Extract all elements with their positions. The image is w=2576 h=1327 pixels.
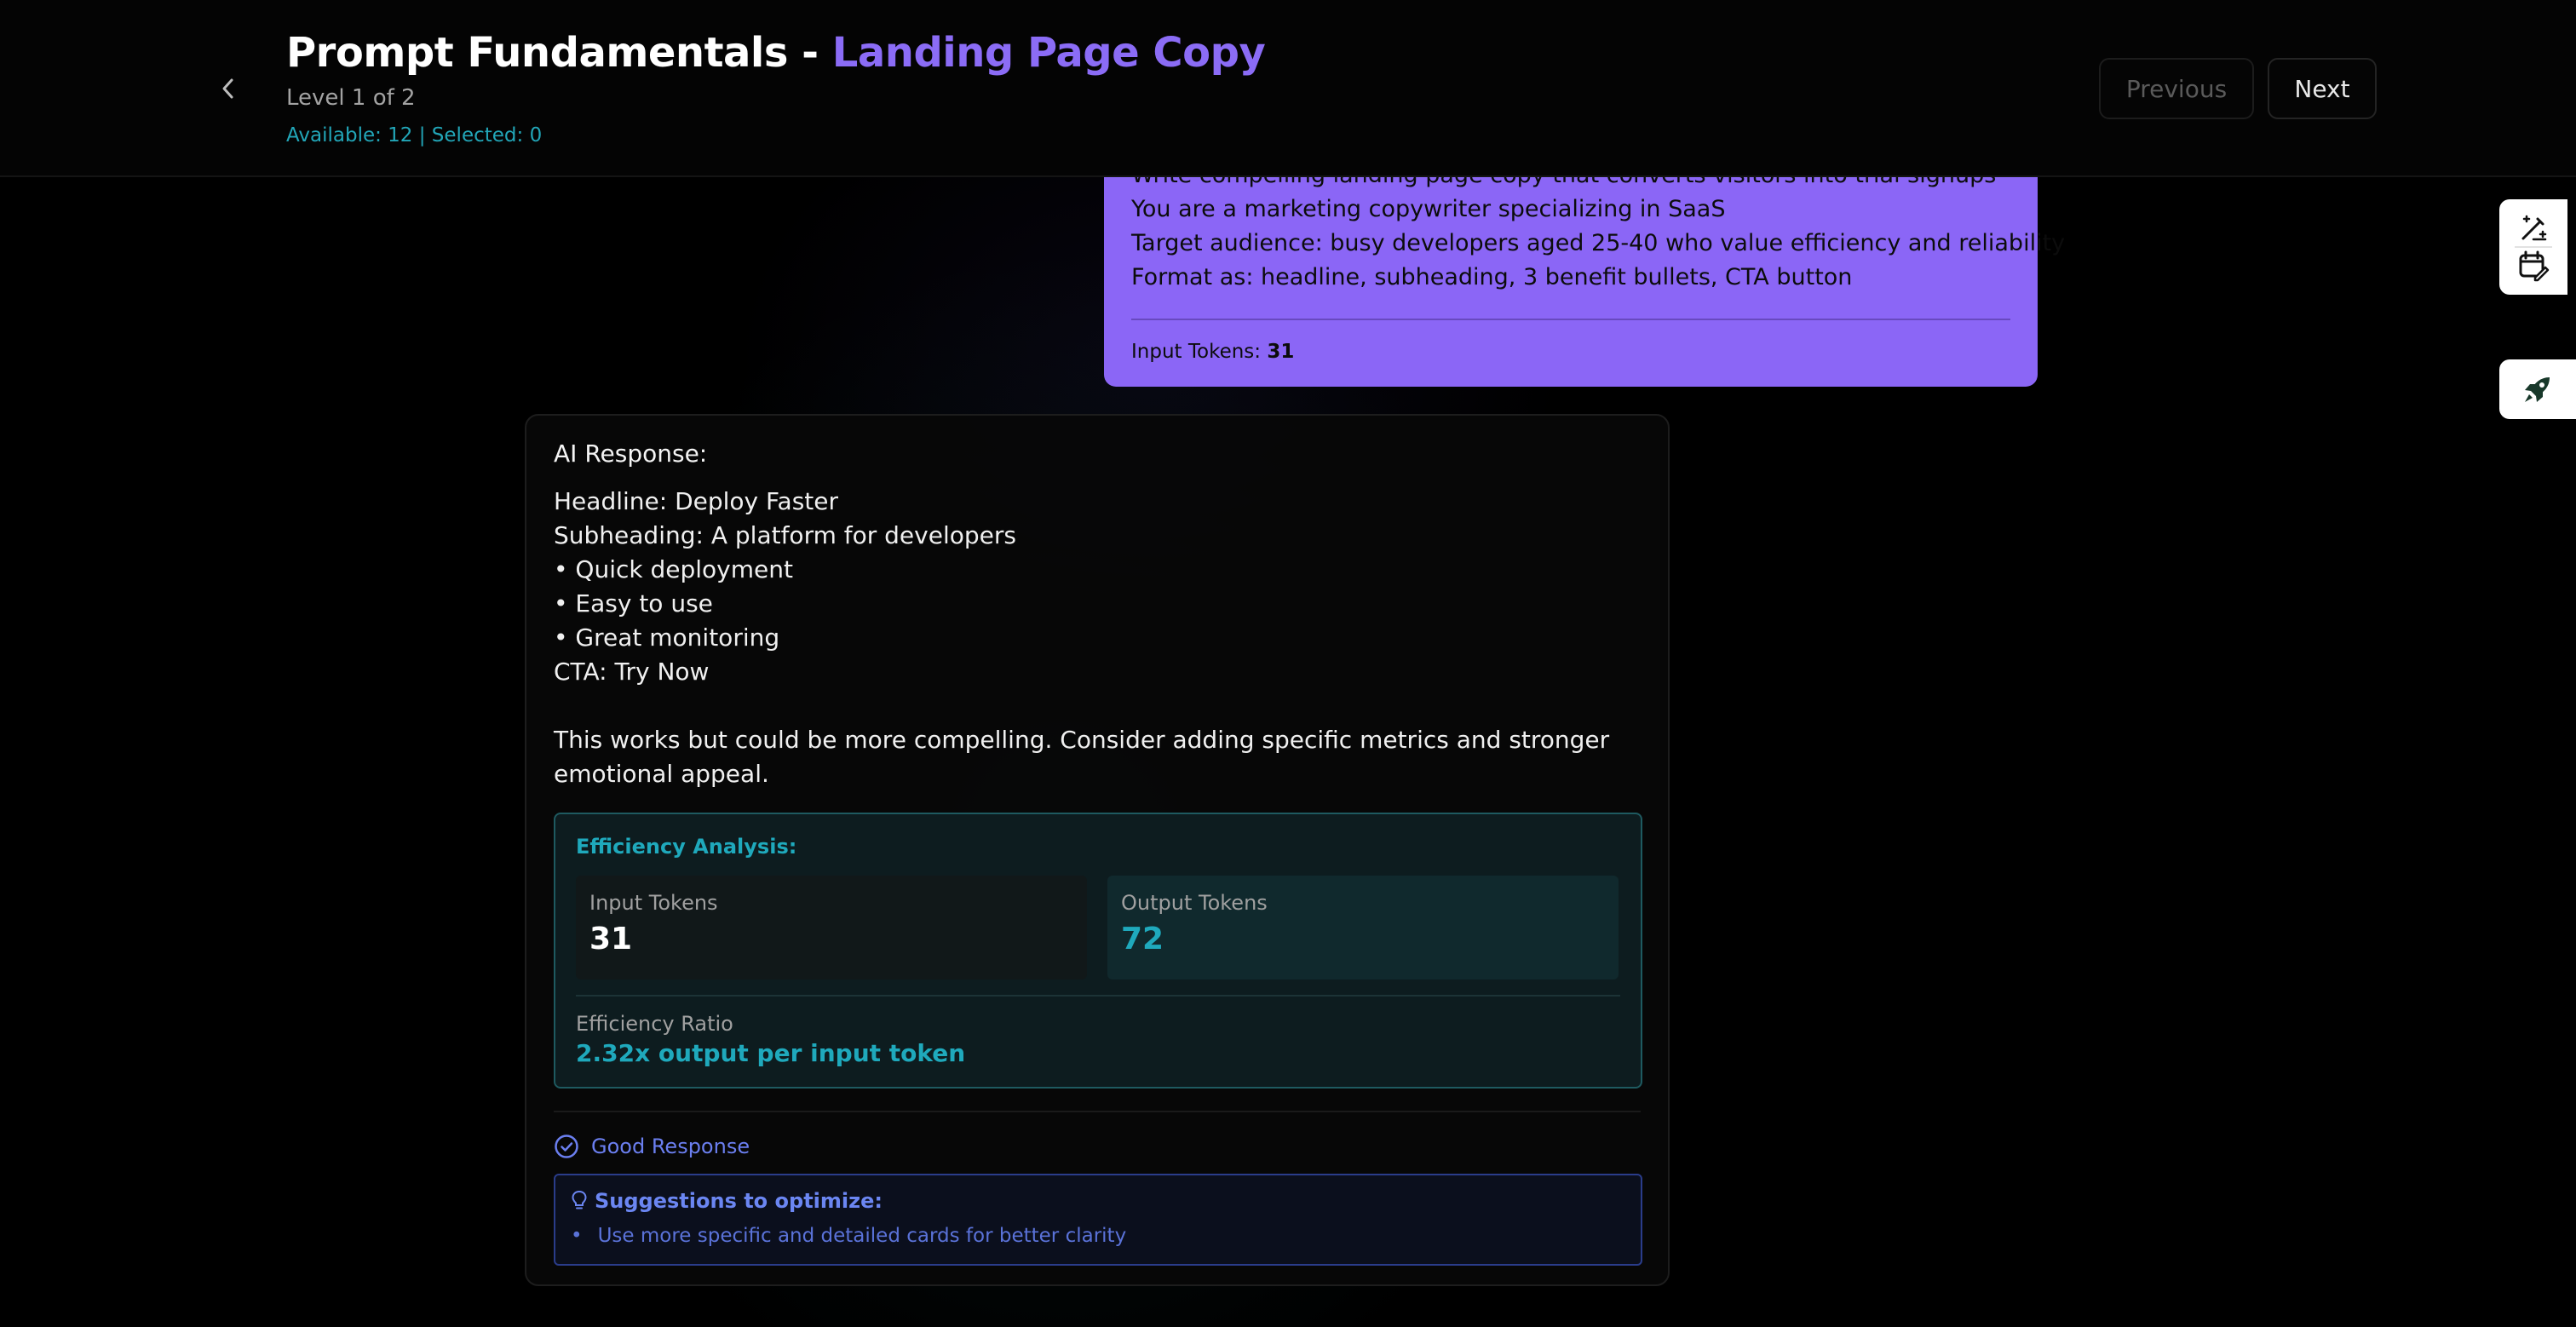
edit-wand-icon[interactable] <box>2516 211 2550 245</box>
output-tokens-card: Output Tokens 72 <box>1107 876 1619 979</box>
launch-tool <box>2499 359 2576 419</box>
response-line: • Easy to use <box>554 589 713 618</box>
back-button[interactable] <box>211 68 245 109</box>
card-divider <box>554 1111 1641 1112</box>
response-note: This works but could be more compelling.… <box>554 726 1610 788</box>
output-tokens-label: Output Tokens <box>1121 891 1268 915</box>
level-indicator: Level 1 of 2 <box>286 85 416 111</box>
response-line: CTA: Try Now <box>554 658 710 686</box>
bullet-icon: • <box>571 1225 583 1247</box>
status-badge: Good Response <box>591 1135 750 1158</box>
efficiency-analysis-panel: Efficiency Analysis: Input Tokens 31 Out… <box>554 813 1642 1089</box>
chevron-left-icon <box>221 78 236 100</box>
prompt-line: Format as: headline, subheading, 3 benef… <box>1131 264 1853 290</box>
suggestions-panel: Suggestions to optimize: • Use more spec… <box>554 1174 1642 1266</box>
suggestions-title: Suggestions to optimize: <box>595 1189 883 1213</box>
response-line: • Quick deployment <box>554 555 793 583</box>
efficiency-ratio-value: 2.32x output per input token <box>576 1039 966 1067</box>
page-title: Prompt Fundamentals - Landing Page Copy <box>286 29 1266 77</box>
page-title-main: Prompt Fundamentals - <box>286 29 832 77</box>
previous-button[interactable]: Previous <box>2099 58 2254 119</box>
next-button[interactable]: Next <box>2268 58 2377 119</box>
suggestions-header: Suggestions to optimize: <box>571 1189 1625 1213</box>
prompt-token-value: 31 <box>1267 341 1295 363</box>
lightbulb-icon <box>571 1190 588 1212</box>
efficiency-divider <box>576 995 1620 997</box>
prompt-token-count: Input Tokens: 31 <box>1131 341 2010 363</box>
input-tokens-value: 31 <box>589 922 633 956</box>
floating-tool-stack <box>2499 199 2567 295</box>
prompt-line: You are a marketing copywriter specializ… <box>1131 196 1726 222</box>
response-line: Headline: Deploy Faster <box>554 487 839 515</box>
availability-meta: Available: 12 | Selected: 0 <box>286 124 543 146</box>
input-tokens-label: Input Tokens <box>589 891 718 915</box>
tool-separator <box>2515 246 2552 248</box>
response-spacer <box>554 689 1641 723</box>
response-line: Subheading: A platform for developers <box>554 521 1016 549</box>
prompt-divider <box>1131 319 2010 320</box>
efficiency-ratio-label: Efficiency Ratio <box>576 1012 733 1036</box>
prompt-line: Target audience: busy developers aged 25… <box>1131 230 2066 256</box>
efficiency-title: Efficiency Analysis: <box>576 835 797 859</box>
suggestion-text: Use more specific and detailed cards for… <box>597 1225 1127 1247</box>
prompt-token-label: Input Tokens: <box>1131 341 1268 363</box>
response-line: • Great monitoring <box>554 623 780 652</box>
page-title-accent: Landing Page Copy <box>831 29 1266 77</box>
ai-response-card: AI Response: Headline: Deploy Faster Sub… <box>525 414 1670 1286</box>
rocket-icon[interactable] <box>2521 372 2555 406</box>
check-circle-icon <box>554 1134 579 1159</box>
calendar-edit-icon[interactable] <box>2516 249 2550 283</box>
input-tokens-card: Input Tokens 31 <box>576 876 1087 979</box>
status-row: Good Response <box>554 1131 750 1162</box>
response-heading: AI Response: <box>554 439 708 468</box>
output-tokens-value: 72 <box>1121 922 1164 956</box>
header-bar: Prompt Fundamentals - Landing Page Copy … <box>0 0 2576 177</box>
suggestion-item: • Use more specific and detailed cards f… <box>571 1225 1625 1247</box>
